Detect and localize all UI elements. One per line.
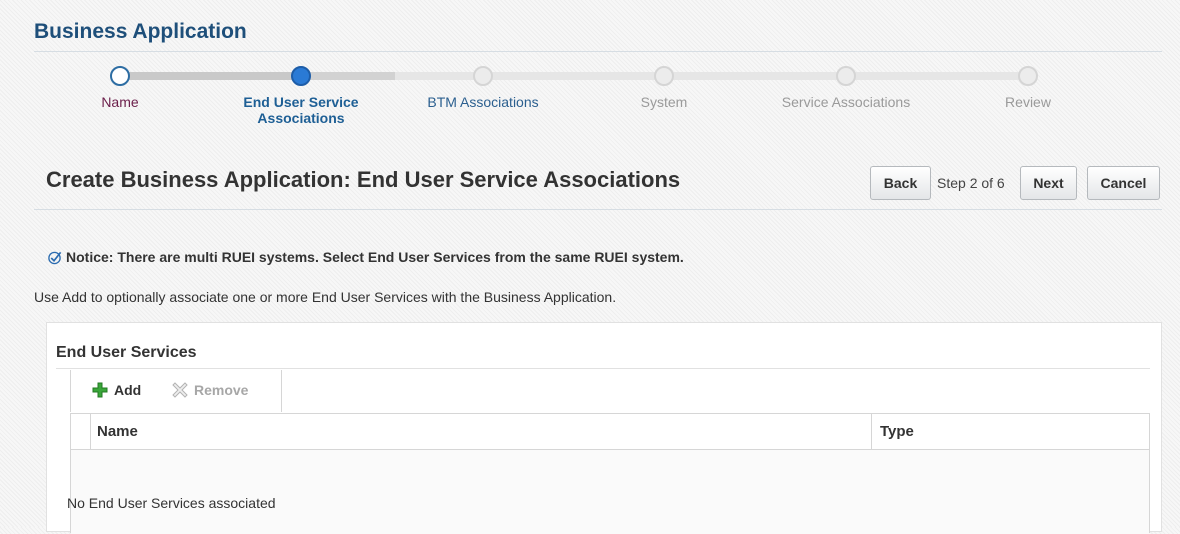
panel-divider: [56, 368, 1150, 369]
plus-icon: [92, 382, 108, 398]
app-title: Business Application: [34, 20, 247, 43]
column-divider[interactable]: [871, 414, 872, 449]
train-stop-system: [654, 66, 674, 86]
next-button[interactable]: Next: [1020, 166, 1077, 200]
add-button[interactable]: Add: [92, 382, 141, 398]
back-button[interactable]: Back: [870, 166, 931, 200]
add-button-label: Add: [114, 382, 142, 398]
end-user-services-panel: End User Services Add Remove Name Type N…: [46, 322, 1162, 534]
title-divider: [34, 51, 1162, 52]
page-title: Create Business Application: End User Se…: [46, 167, 681, 192]
train-stop-review: [1018, 66, 1038, 86]
step-train: Name End User Service Associations BTM A…: [0, 60, 1180, 140]
train-label-end-user-service-associations: End User Service Associations: [243, 94, 359, 126]
train-track-current: [300, 72, 395, 80]
column-header-type[interactable]: Type: [880, 423, 914, 440]
column-header-name[interactable]: Name: [97, 423, 138, 440]
train-track-completed: [120, 72, 300, 80]
train-label-system: System: [640, 94, 688, 110]
row-selector-header: [71, 414, 91, 449]
table-body: No End User Services associated: [67, 450, 1149, 534]
train-stop-btm-associations[interactable]: [473, 66, 493, 86]
empty-table-message: No End User Services associated: [67, 495, 276, 511]
table-header: Name Type: [71, 414, 1149, 450]
train-stop-name[interactable]: [110, 66, 130, 86]
end-user-services-table: Name Type No End User Services associate…: [67, 413, 1150, 534]
train-label-btm-associations[interactable]: BTM Associations: [427, 94, 538, 110]
train-stop-service-associations: [836, 66, 856, 86]
remove-button-label: Remove: [194, 382, 249, 398]
panel-title: End User Services: [56, 344, 197, 361]
help-text: Use Add to optionally associate one or m…: [34, 289, 617, 305]
table-toolbar: Add Remove: [70, 370, 282, 412]
remove-x-icon: [172, 382, 188, 398]
remove-button: Remove: [172, 382, 248, 398]
train-label-name[interactable]: Name: [101, 94, 138, 110]
checkmark-circle-icon: [48, 251, 62, 264]
train-label-service-associations: Service Associations: [781, 94, 911, 110]
cancel-button[interactable]: Cancel: [1087, 166, 1160, 200]
notice-text: Notice: There are multi RUEI systems. Se…: [66, 249, 684, 265]
notice-message: Notice: There are multi RUEI systems. Se…: [47, 249, 684, 265]
heading-divider: [34, 209, 1162, 210]
train-label-review: Review: [1005, 94, 1051, 110]
train-stop-end-user-service-associations: [291, 66, 311, 86]
step-indicator: Step 2 of 6: [937, 175, 1005, 191]
